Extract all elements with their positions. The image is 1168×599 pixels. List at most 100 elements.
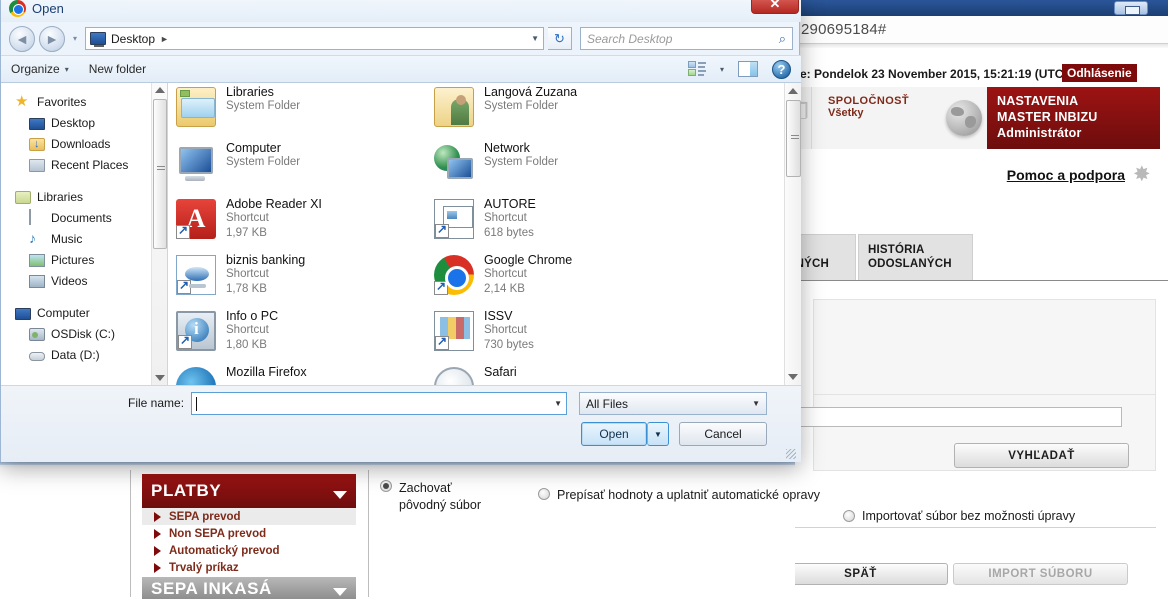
sidebar-item-videos[interactable]: Videos: [1, 270, 151, 291]
sidebar-item-data-drive[interactable]: Data (D:): [1, 344, 151, 365]
sidebar-item-computer[interactable]: Computer: [1, 302, 151, 323]
menu-item-non-sepa-prevod[interactable]: Non SEPA prevod: [142, 525, 356, 542]
scroll-down-icon[interactable]: [788, 374, 798, 380]
file-item[interactable]: ISSV Shortcut 730 bytes: [426, 307, 676, 363]
sidebar-item-music[interactable]: ♪ Music: [1, 228, 151, 249]
filter-text-input[interactable]: [787, 407, 1122, 427]
arrow-right-icon: [154, 528, 161, 539]
open-dropdown-button[interactable]: ▼: [647, 422, 669, 446]
file-item[interactable]: Network System Folder: [426, 139, 676, 195]
radio-keep-original-label: Zachovať pôvodný súbor: [399, 481, 482, 512]
chevron-down-icon[interactable]: ▼: [554, 399, 562, 408]
sidebar-scroll-thumb[interactable]: [153, 99, 167, 249]
menu-item-sepa-prevod[interactable]: SEPA prevod: [142, 508, 356, 525]
file-type: System Folder: [226, 100, 301, 112]
radio-keep-original-dot[interactable]: [380, 480, 392, 492]
file-item[interactable]: Computer System Folder: [168, 139, 418, 195]
desktop-icon: [29, 117, 45, 130]
search-button[interactable]: VYHĽADAŤ: [954, 443, 1129, 468]
help-and-support-link[interactable]: Pomoc a podpora: [1007, 167, 1125, 183]
new-folder-button[interactable]: New folder: [89, 62, 146, 76]
help-icon[interactable]: ?: [772, 59, 791, 79]
recent-locations-caret-icon[interactable]: ▾: [69, 26, 81, 52]
breadcrumb-address-bar[interactable]: Desktop ► ▼: [85, 27, 544, 50]
tab-historia-odoslanych[interactable]: HISTÓRIA ODOSLANÝCH: [858, 234, 973, 280]
search-box[interactable]: Search Desktop ⌕: [580, 27, 793, 50]
chevron-down-icon[interactable]: [333, 491, 347, 499]
breadcrumb-current[interactable]: Desktop: [111, 32, 155, 46]
sidebar-item-desktop[interactable]: Desktop: [1, 112, 151, 133]
file-name: AUTORE: [484, 197, 536, 211]
file-item[interactable]: Libraries System Folder: [168, 83, 418, 139]
maximize-icon[interactable]: [1114, 1, 1148, 15]
organize-button[interactable]: Organize ▾: [11, 62, 69, 76]
view-options-caret-icon[interactable]: ▾: [720, 65, 724, 74]
close-button[interactable]: ✕: [751, 0, 799, 14]
file-item[interactable]: Google Chrome Shortcut 2,14 KB: [426, 251, 676, 307]
file-item[interactable]: Info o PC Shortcut 1,80 KB: [168, 307, 418, 363]
change-view-icon[interactable]: [687, 61, 706, 77]
file-item[interactable]: AUTORE Shortcut 618 bytes: [426, 195, 676, 251]
sidebar-item-favorites[interactable]: ★ Favorites: [1, 91, 151, 112]
cancel-button[interactable]: Cancel: [679, 422, 767, 446]
menu-platby-title: PLATBY: [151, 481, 222, 500]
breadcrumb-separator-icon[interactable]: ►: [160, 34, 169, 44]
web-page-lower-strip: PLATBY SEPA prevod Non SEPA prevod Autom…: [0, 462, 820, 599]
gear-icon[interactable]: ✸: [1133, 164, 1154, 185]
radio-overwrite-values-dot[interactable]: [538, 488, 550, 500]
radio-import-readonly-dot[interactable]: [843, 510, 855, 522]
forward-button[interactable]: ►: [39, 25, 65, 52]
file-type-filter-select[interactable]: All Files ▼: [579, 392, 767, 415]
resize-grip[interactable]: [786, 449, 796, 459]
sidebar-item-libraries[interactable]: Libraries: [1, 186, 151, 207]
logout-button[interactable]: Odhlásenie: [1062, 64, 1137, 82]
sidebar-item-recent-places[interactable]: Recent Places: [1, 154, 151, 175]
radio-overwrite-values[interactable]: Prepísať hodnoty a uplatniť automatické …: [538, 488, 820, 502]
refresh-button[interactable]: ↻: [548, 27, 572, 50]
file-item[interactable]: A Adobe Reader XI Shortcut 1,97 KB: [168, 195, 418, 251]
sidebar-scrollbar[interactable]: [151, 83, 167, 385]
radio-import-readonly[interactable]: Importovať súbor bez možnosti úpravy: [843, 509, 1075, 523]
company-block: SPOLOČNOSŤ Všetky: [812, 87, 940, 149]
sidebar-item-label: Videos: [51, 273, 88, 288]
section-divider: [795, 527, 1156, 528]
sidebar-item-pictures[interactable]: Pictures: [1, 249, 151, 270]
file-list-scroll-thumb[interactable]: [786, 100, 801, 177]
sidebar-item-downloads[interactable]: Downloads: [1, 133, 151, 154]
open-button[interactable]: Open: [581, 422, 647, 446]
chevron-down-icon[interactable]: [333, 588, 347, 596]
radio-keep-original[interactable]: Zachovať pôvodný súbor: [380, 480, 500, 514]
scroll-up-icon[interactable]: [788, 88, 798, 94]
right-content-divider: [368, 470, 369, 597]
file-item[interactable]: Mozilla Firefox: [168, 363, 418, 385]
sidebar-item-label: Libraries: [37, 189, 84, 204]
back-button[interactable]: ◄: [9, 25, 35, 52]
file-item[interactable]: Safari: [426, 363, 676, 385]
computer-icon: [176, 143, 216, 183]
menu-item-trvaly-prikaz[interactable]: Trvalý príkaz: [142, 559, 356, 576]
scroll-down-icon[interactable]: [155, 375, 165, 381]
sidebar-item-osdisk[interactable]: OSDisk (C:): [1, 323, 151, 344]
file-item[interactable]: biznis banking Shortcut 1,78 KB: [168, 251, 418, 307]
file-name-input[interactable]: ▼: [191, 392, 567, 415]
back-button[interactable]: SPÄŤ: [773, 563, 948, 585]
globe-icon-box: [940, 87, 987, 149]
menu-platby-header[interactable]: PLATBY: [142, 474, 356, 508]
address-dropdown-icon[interactable]: ▼: [531, 34, 539, 43]
globe-icon: [945, 100, 982, 136]
menu-item-automaticky-prevod[interactable]: Automatický prevod: [142, 542, 356, 559]
shortcut-overlay-icon: [435, 334, 449, 350]
file-list-scrollbar[interactable]: [784, 83, 801, 385]
file-item[interactable]: Langová Zuzana System Folder: [426, 83, 676, 139]
search-input[interactable]: Search Desktop: [587, 32, 672, 46]
network-icon: [434, 143, 474, 183]
file-name: Libraries: [226, 85, 274, 99]
scroll-up-icon[interactable]: [155, 87, 165, 93]
preview-pane-icon[interactable]: [738, 61, 758, 77]
sidebar-item-documents[interactable]: Documents: [1, 207, 151, 228]
file-name: biznis banking: [226, 253, 306, 267]
browser-address-bar[interactable]: 290695184#: [795, 16, 1168, 44]
osdisk-icon: [29, 327, 45, 341]
menu-sepa-inkasa-header[interactable]: SEPA INKASÁ: [142, 577, 356, 599]
